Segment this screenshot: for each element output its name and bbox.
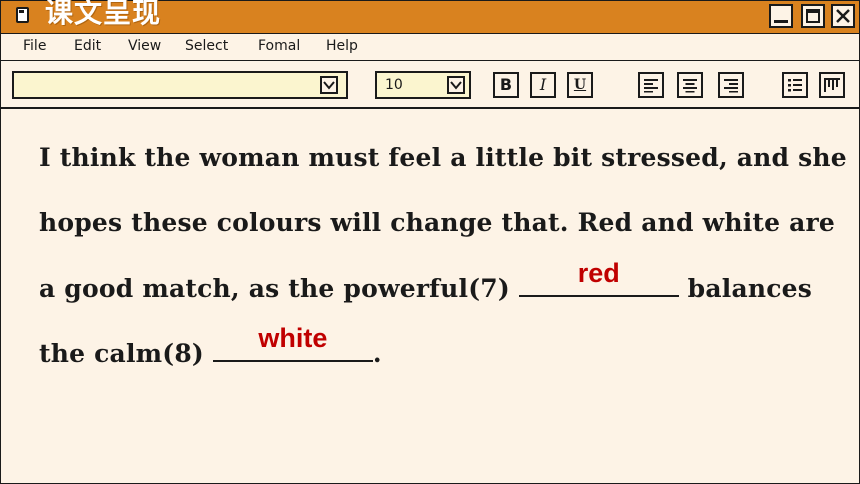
font-dropdown-button[interactable] <box>320 76 338 94</box>
underline-button[interactable]: U <box>567 72 593 98</box>
italic-label: I <box>539 75 547 94</box>
text-line-1: I think the woman must feel a little bit… <box>39 143 847 172</box>
bullet-list-icon <box>788 79 802 92</box>
text-line-4-after: . <box>372 339 382 368</box>
document-area[interactable]: I think the woman must feel a little bit… <box>1 109 859 483</box>
text-line-4-before: the calm(8) <box>39 339 213 368</box>
close-icon <box>836 9 850 23</box>
formatting-toolbar: 10 B I U <box>1 61 859 109</box>
size-dropdown-button[interactable] <box>447 76 465 94</box>
align-left-button[interactable] <box>638 72 664 98</box>
menu-fomal[interactable]: Fomal <box>258 38 300 54</box>
text-line-2: hopes these colours will change that. Re… <box>39 208 836 237</box>
menu-bar: File Edit View Select Fomal Help <box>1 34 859 61</box>
font-family-select[interactable] <box>12 71 348 99</box>
underline-label: U <box>573 77 587 93</box>
answer-8: white <box>258 323 328 353</box>
columns-icon <box>824 78 840 92</box>
align-right-icon <box>724 79 738 93</box>
align-center-button[interactable] <box>677 72 703 98</box>
answer-7: red <box>577 258 620 288</box>
window-title: 课文呈现 <box>45 0 162 29</box>
bullet-list-button[interactable] <box>782 72 808 98</box>
font-size-value: 10 <box>385 77 403 93</box>
bold-label: B <box>499 75 513 94</box>
text-line-3-before: a good match, as the powerful(7) <box>39 274 519 303</box>
text-line-4: the calm(8) white. <box>39 323 382 368</box>
menu-view[interactable]: View <box>128 38 161 54</box>
bold-button[interactable]: B <box>493 72 519 98</box>
font-size-select[interactable]: 10 <box>375 71 471 99</box>
maximize-button[interactable] <box>801 4 825 28</box>
menu-select[interactable]: Select <box>185 38 228 54</box>
chevron-down-icon <box>450 81 462 90</box>
menu-help[interactable]: Help <box>326 38 358 54</box>
align-right-button[interactable] <box>718 72 744 98</box>
minimize-button[interactable] <box>769 4 793 28</box>
document-icon <box>16 7 29 23</box>
align-left-icon <box>644 79 658 93</box>
close-button[interactable] <box>831 4 855 28</box>
app-window: 课文呈现 File Edit View Select Fomal Help 10… <box>0 0 860 484</box>
answer-blank-7[interactable]: red <box>518 258 679 297</box>
answer-blank-8[interactable]: white <box>212 323 373 362</box>
menu-edit[interactable]: Edit <box>74 38 101 54</box>
italic-button[interactable]: I <box>530 72 556 98</box>
menu-file[interactable]: File <box>23 38 46 54</box>
title-bar: 课文呈现 <box>1 0 859 34</box>
text-line-3-after: balances <box>678 274 813 303</box>
columns-button[interactable] <box>819 72 845 98</box>
chevron-down-icon <box>323 81 335 90</box>
text-line-3: a good match, as the powerful(7) red bal… <box>39 258 813 303</box>
align-center-icon <box>683 79 697 93</box>
